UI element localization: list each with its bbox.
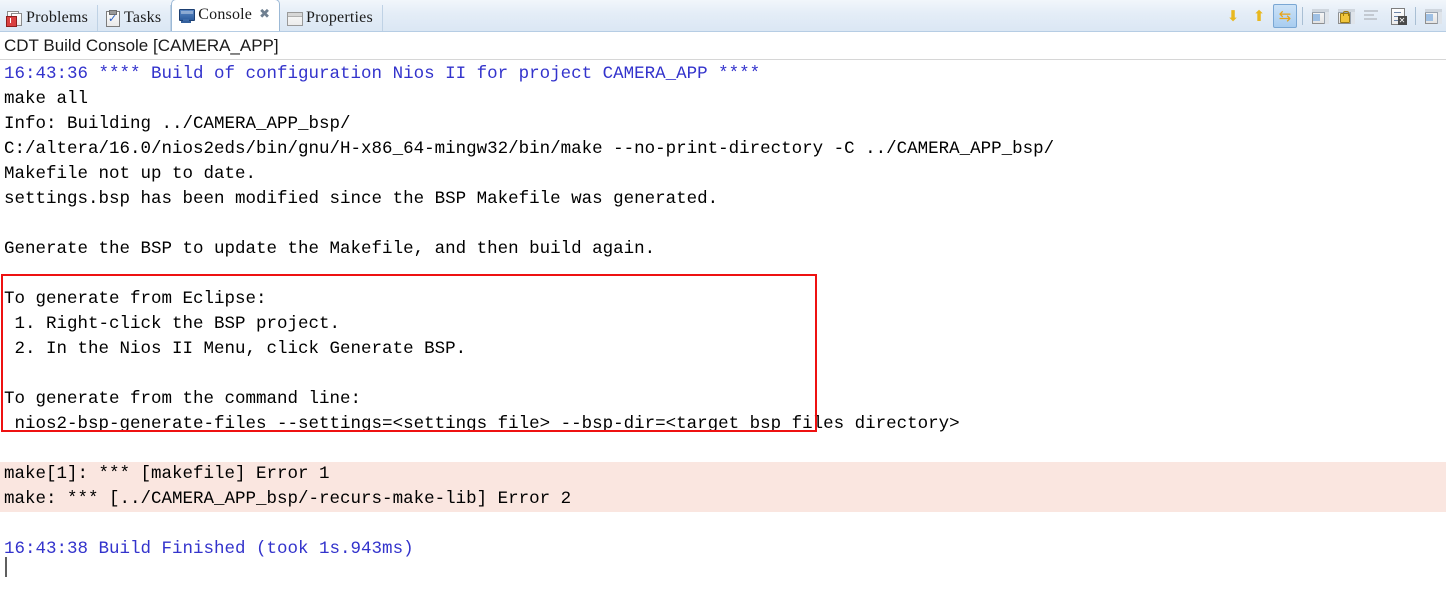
console-line: make[1]: *** [makefile] Error 1 [0,462,1446,487]
console-line: 16:43:36 **** Build of configuration Nio… [4,64,761,84]
tab-console[interactable]: Console ✖ [171,0,281,31]
text-caret [5,557,7,577]
console-line-container: 16:43:36 **** Build of configuration Nio… [0,62,1446,587]
display-console-icon [1311,8,1329,24]
console-line: nios2-bsp-generate-files --settings=<set… [4,414,960,434]
console-output[interactable]: 16:43:36 **** Build of configuration Nio… [0,60,1446,601]
scroll-up-button[interactable]: ⬆ [1247,4,1271,28]
tab-properties[interactable]: Properties [280,5,383,31]
tab-tasks[interactable]: ✓ Tasks [98,5,172,31]
open-console-icon [1424,8,1442,24]
console-line: To generate from Eclipse: [4,289,267,309]
close-icon[interactable]: ✖ [259,7,270,22]
remove-console-button[interactable]: ✕ [1386,4,1410,28]
console-line: 1. Right-click the BSP project. [4,314,341,334]
console-line: Makefile not up to date. [4,164,257,184]
console-line: 16:43:38 Build Finished (took 1s.943ms) [4,539,414,559]
view-tab-bar: Problems ✓ Tasks Console ✖ Properties ⬇ [0,0,1446,32]
tab-problems-label: Problems [26,9,89,26]
console-line: settings.bsp has been modified since the… [4,189,719,209]
tab-console-label: Console [198,5,253,23]
tasks-icon: ✓ [104,10,121,27]
console-view-title: CDT Build Console [CAMERA_APP] [0,32,1446,60]
scroll-lock-button[interactable]: ⇆ [1273,4,1297,28]
console-icon [178,7,196,23]
pin-console-button[interactable] [1334,4,1358,28]
console-line: 2. In the Nios II Menu, click Generate B… [4,339,467,359]
console-line: To generate from the command line: [4,389,362,409]
scroll-down-button[interactable]: ⬇ [1221,4,1245,28]
scroll-up-icon: ⬆ [1252,6,1266,25]
console-toolbar: ⬇ ⬆ ⇆ ✕ [1220,1,1446,31]
console-line: make: *** [../CAMERA_APP_bsp/-recurs-mak… [0,487,1446,512]
clear-console-button[interactable] [1360,4,1384,28]
toolbar-separator-2 [1415,7,1416,25]
console-line: Generate the BSP to update the Makefile,… [4,239,656,259]
pin-console-icon [1337,8,1355,24]
console-line: C:/altera/16.0/nios2eds/bin/gnu/H-x86_64… [4,139,1055,159]
open-console-button[interactable] [1421,4,1445,28]
tab-list: Problems ✓ Tasks Console ✖ Properties [0,0,383,31]
console-line: make all [4,89,89,109]
tab-problems[interactable]: Problems [0,5,99,31]
scroll-lock-icon: ⇆ [1278,6,1292,25]
console-line: Info: Building ../CAMERA_APP_bsp/ [4,114,351,134]
remove-console-icon: ✕ [1390,8,1407,25]
toolbar-separator-1 [1302,7,1303,25]
scroll-down-icon: ⬇ [1226,6,1240,25]
tab-tasks-label: Tasks [124,9,162,26]
problems-icon [6,10,22,27]
display-console-button[interactable] [1308,4,1332,28]
properties-icon [286,10,304,26]
tab-properties-label: Properties [306,9,373,26]
clear-console-icon [1364,10,1380,22]
